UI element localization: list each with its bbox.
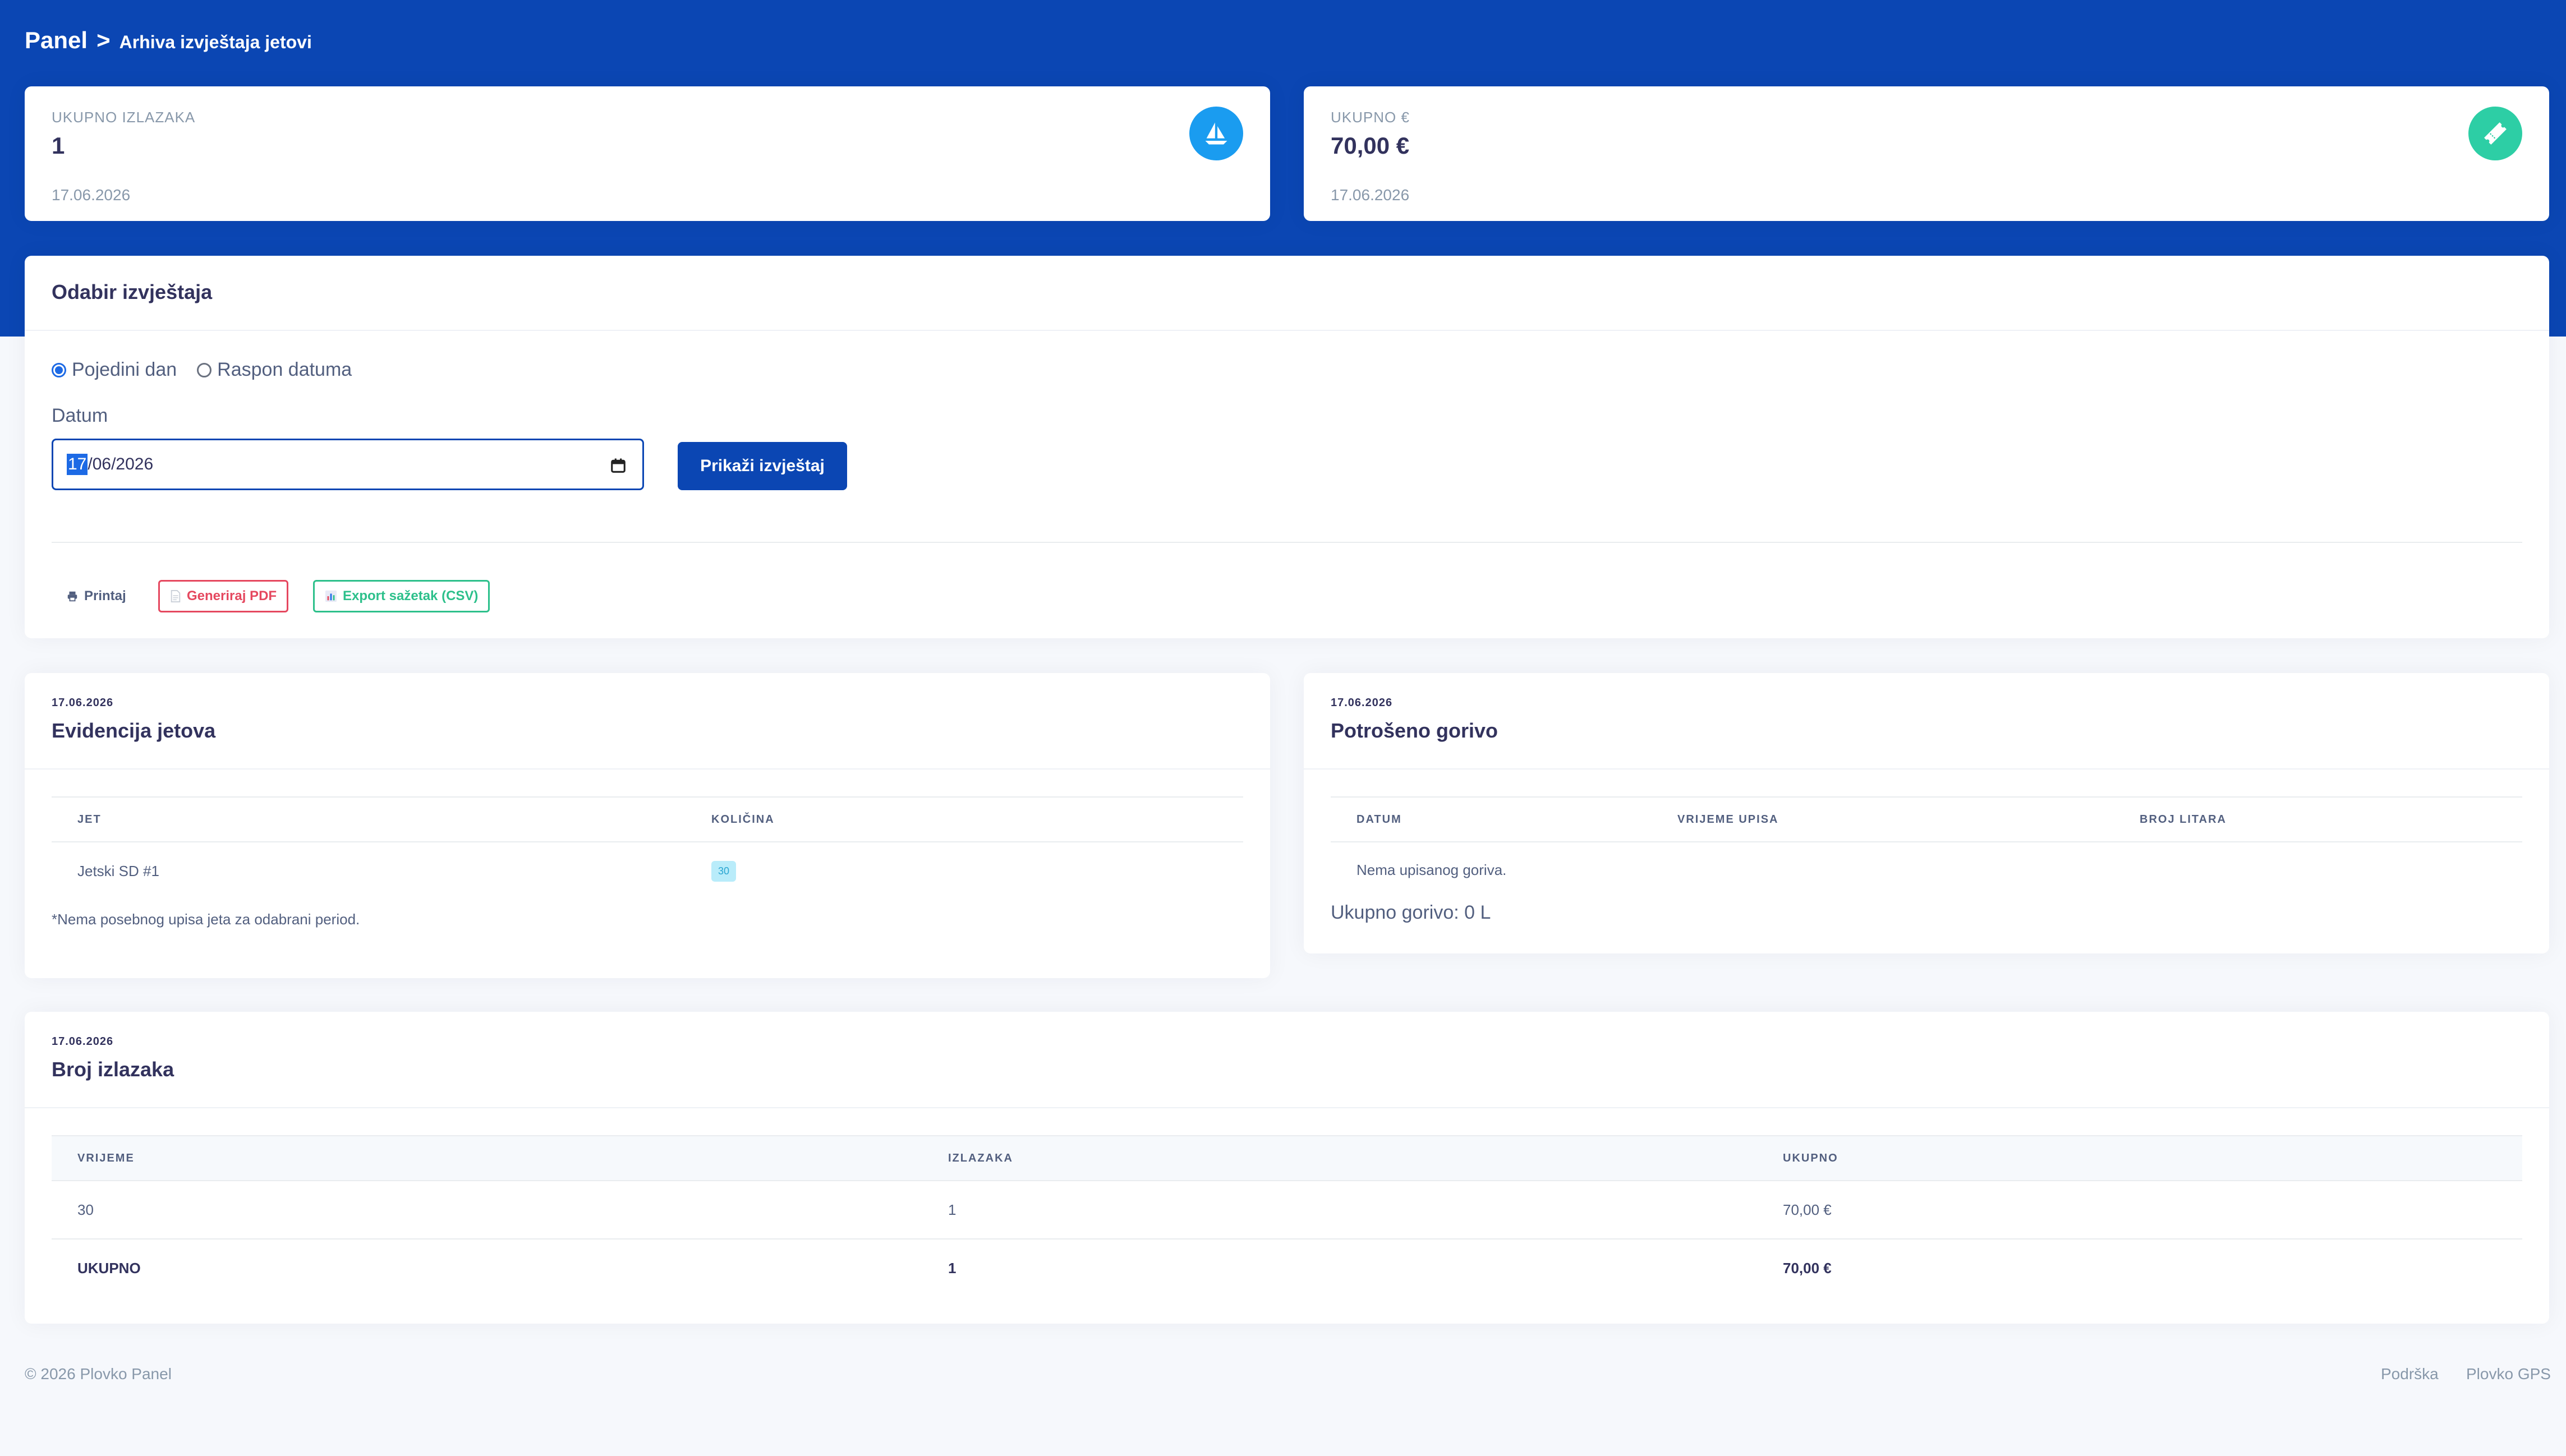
card-header: 17.06.2026 Potrošeno gorivo xyxy=(1304,673,2549,770)
qty-badge: 30 xyxy=(711,861,737,882)
jet-name-cell: Jetski SD #1 xyxy=(77,863,159,879)
trips-card: 17.06.2026 Broj izlazaka VRIJEME IZLAZAK… xyxy=(25,1012,2549,1324)
empty-message: Nema upisanog goriva. xyxy=(1356,861,1507,878)
breadcrumb-separator: > xyxy=(96,27,111,53)
column-header: BROJ LITARA xyxy=(2114,796,2522,842)
radio-single-day[interactable]: Pojedini dan xyxy=(52,359,177,381)
column-header: KOLIČINA xyxy=(686,796,1243,842)
date-mode-radios: Pojedini dan Raspon datuma xyxy=(52,359,352,381)
jets-card: 17.06.2026 Evidencija jetova JET KOLIČIN… xyxy=(25,673,1270,978)
footer-link-gps[interactable]: Plovko GPS xyxy=(2466,1365,2551,1383)
document-icon xyxy=(171,590,181,602)
table-header-row: DATUM VRIJEME UPISA BROJ LITARA xyxy=(1331,796,2522,842)
jets-table: JET KOLIČINA Jetski SD #1 30 xyxy=(52,796,1243,900)
printer-icon xyxy=(67,591,77,602)
stat-date: 17.06.2026 xyxy=(1331,186,1410,204)
table-cell: 70,00 € xyxy=(1783,1260,1832,1277)
table-row: 30 1 70,00 € xyxy=(52,1181,2522,1240)
stat-card-revenue: UKUPNO € 70,00 € 17.06.2026 xyxy=(1304,86,2549,221)
column-header: DATUM xyxy=(1331,796,1652,842)
table-cell: 70,00 € xyxy=(1757,1181,2522,1240)
calendar-icon[interactable] xyxy=(610,457,627,474)
card-title: Evidencija jetova xyxy=(52,719,216,742)
fuel-total: Ukupno gorivo: 0 L xyxy=(1331,902,1491,923)
bar-chart-icon xyxy=(325,590,337,602)
fuel-card: 17.06.2026 Potrošeno gorivo DATUM VRIJEM… xyxy=(1304,673,2549,953)
table-row: Jetski SD #1 30 xyxy=(52,842,1243,900)
generate-pdf-button[interactable]: Generiraj PDF xyxy=(158,580,289,612)
ticket-icon xyxy=(2468,107,2522,160)
print-button[interactable]: Printaj xyxy=(56,580,136,612)
card-date: 17.06.2026 xyxy=(1331,697,1393,709)
card-date: 17.06.2026 xyxy=(52,697,114,709)
export-csv-button[interactable]: Export sažetak (CSV) xyxy=(313,580,490,612)
card-header: Odabir izvještaja xyxy=(25,256,2549,331)
breadcrumb-current: Arhiva izvještaja jetovi xyxy=(119,32,312,52)
table-cell: UKUPNO xyxy=(77,1260,141,1277)
divider xyxy=(52,542,2522,543)
table-cell: 1 xyxy=(922,1181,1757,1240)
column-header: JET xyxy=(52,796,686,842)
table-header-row: VRIJEME IZLAZAKA UKUPNO xyxy=(52,1135,2522,1181)
card-title: Broj izlazaka xyxy=(52,1058,174,1081)
column-header: UKUPNO xyxy=(1757,1135,2522,1181)
card-date: 17.06.2026 xyxy=(52,1035,114,1048)
fuel-table: DATUM VRIJEME UPISA BROJ LITARA Nema upi… xyxy=(1331,796,2522,898)
footer-copyright: © 2026 Plovko Panel xyxy=(25,1365,172,1383)
footer-link-support[interactable]: Podrška xyxy=(2381,1365,2439,1383)
table-cell: 30 xyxy=(52,1181,922,1240)
breadcrumb: Panel > Arhiva izvještaja jetovi xyxy=(25,27,312,54)
table-row: Nema upisanog goriva. xyxy=(1331,842,2522,898)
radio-unchecked-icon[interactable] xyxy=(197,362,212,377)
stat-value: 70,00 € xyxy=(1331,132,1410,159)
table-header-row: JET KOLIČINA xyxy=(52,796,1243,842)
table-total-row: UKUPNO 1 70,00 € xyxy=(52,1239,2522,1297)
pdf-label: Generiraj PDF xyxy=(187,588,277,603)
column-header: VRIJEME xyxy=(52,1135,922,1181)
card-header: 17.06.2026 Evidencija jetova xyxy=(25,673,1270,770)
stat-date: 17.06.2026 xyxy=(52,186,131,204)
breadcrumb-root[interactable]: Panel xyxy=(25,27,88,54)
sailboat-icon xyxy=(1189,107,1243,160)
table-cell: 1 xyxy=(948,1260,956,1277)
radio-label: Pojedini dan xyxy=(72,359,177,380)
card-title: Odabir izvještaja xyxy=(52,280,213,303)
date-day-segment[interactable]: 17 xyxy=(67,454,88,475)
radio-date-range[interactable]: Raspon datuma xyxy=(197,359,352,381)
stat-value: 1 xyxy=(52,132,65,159)
stat-label: UKUPNO € xyxy=(1331,109,1410,126)
trips-table: VRIJEME IZLAZAKA UKUPNO 30 1 70,00 € UKU… xyxy=(52,1135,2522,1297)
column-header: IZLAZAKA xyxy=(922,1135,1757,1181)
jets-note: *Nema posebnog upisa jeta za odabrani pe… xyxy=(52,911,360,928)
stat-label: UKUPNO IZLAZAKA xyxy=(52,109,196,126)
radio-label: Raspon datuma xyxy=(217,359,352,380)
jet-qty-cell: 30 xyxy=(686,842,1243,900)
print-label: Printaj xyxy=(84,588,126,603)
date-label: Datum xyxy=(52,405,108,426)
card-title: Potrošeno gorivo xyxy=(1331,719,1498,742)
column-header: VRIJEME UPISA xyxy=(1652,796,2114,842)
date-rest-segment[interactable]: /06/2026 xyxy=(88,455,153,474)
date-input[interactable]: 17/06/2026 xyxy=(52,439,644,490)
show-report-button[interactable]: Prikaži izvještaj xyxy=(678,442,847,490)
radio-checked-icon[interactable] xyxy=(52,362,66,377)
card-header: 17.06.2026 Broj izlazaka xyxy=(25,1012,2549,1108)
csv-label: Export sažetak (CSV) xyxy=(343,588,479,603)
stat-card-trips: UKUPNO IZLAZAKA 1 17.06.2026 xyxy=(25,86,1270,221)
